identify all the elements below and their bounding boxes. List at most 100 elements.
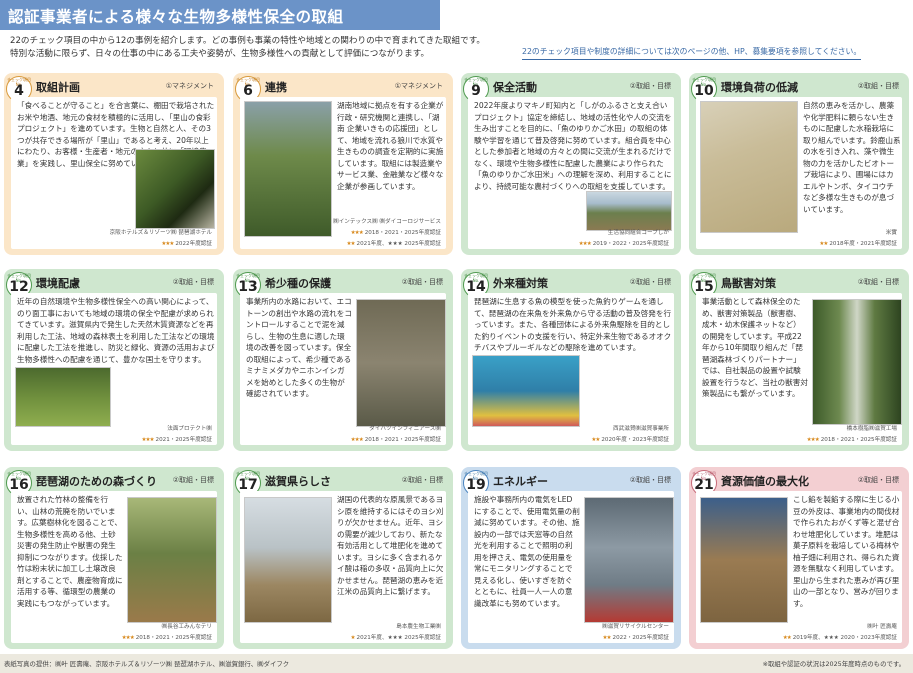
recycling-plant-photo (584, 497, 674, 623)
card-organization: ダイハツインフィニアース㈱ (369, 426, 441, 432)
card-years-text: 2018・2021・2025年度認証 (820, 437, 897, 443)
card-14: チェック項目No. 14 外来種対策 ②取組・目標 琵琶湖に生息する魚の模型を使っ… (461, 269, 681, 451)
card-title: 外来種対策 (493, 277, 548, 290)
card-years: ★★★ 2018・2021・2025年度認証 (351, 435, 441, 443)
card-stars: ★★★ (350, 230, 364, 236)
card-organization: ㈱叶 匠壽庵 (867, 624, 897, 630)
card-title: 鳥獣害対策 (721, 277, 776, 290)
tree-guard-photo (812, 299, 902, 425)
card-stars: ★★★ (578, 241, 592, 247)
reference-note: 22のチェック項目や制度の詳細については次のページの他、HP、募集要項を参照して… (522, 46, 862, 60)
card-body: こし餡を製餡する際に生じる小豆の外皮は、事業地内の間伐材で作られたおがくず等と混… (696, 491, 902, 643)
card-organization: 橋本樹脂㈱滋賀工場 (846, 426, 897, 432)
card-text: 湖南地域に拠点を有する企業が行政・研究機関と連携し、「湖南 企業いきもの応援団」… (337, 101, 444, 191)
card-stars: ★★ (602, 635, 612, 641)
footnote: ※取組や認証の状況は2025年度時点のものです。 (762, 660, 905, 668)
card-12: チェック項目No. 12 環境配慮 ②取組・目標 近年の自然環境や生物多様性保全へ… (4, 269, 224, 451)
card-years-text: 2021年度、★★★ 2025年度認証 (356, 635, 441, 641)
card-9: チェック項目No. 9 保全活動 ②取組・目標 2022年度よりマキノ町知内と「し… (461, 73, 681, 255)
card-title: 連携 (265, 81, 287, 94)
header-banner: 認証事業者による様々な生物多様性保全の取組 (0, 0, 440, 30)
card-17: チェック項目No. 17 滋賀県らしさ ②取組・目標 湖国の代表的な原風景であるヨ… (233, 467, 453, 649)
card-body: 施設や事務所内の電気をLEDにすることで、使用電気量の削減に努めています。その他… (468, 491, 674, 643)
card-years: ★★★ 2019・2022・2025年度認証 (579, 239, 669, 247)
card-stars: ★★★ (121, 635, 135, 641)
card-organization: 米實 (885, 230, 897, 236)
card-years-text: 2022・2025年度認証 (612, 635, 669, 641)
card-title: エネルギー (493, 475, 548, 488)
card-stars: ★★ (819, 241, 828, 247)
card-category: ①マネジメント (165, 82, 214, 90)
card-text: 事業所内の水路において、エコトーンの創出や水路の流れをコントロールすることで泥を… (246, 297, 352, 398)
card-category: ②取組・目標 (857, 82, 899, 90)
card-category: ②取組・目標 (629, 476, 671, 484)
card-organization: ㈱インテックス㈱ ㈱ダイコーロジサービス (333, 219, 441, 225)
card-stars: ★ (350, 635, 356, 641)
card-years: ★★★ 2022年度認証 (161, 239, 212, 247)
card-category: ②取組・目標 (172, 278, 214, 286)
card-years-text: 2018・2021・2025年度認証 (135, 635, 212, 641)
intro-line-1: 22のチェック項目の中から12の事例を紹介します。どの事例も事業の特性や地域との… (10, 36, 486, 46)
card-years-text: 2018・2021・2025年度認証 (364, 230, 441, 236)
slope-greening-photo (15, 367, 111, 427)
card-category: ②取組・目標 (401, 278, 443, 286)
card-15: チェック項目No. 15 鳥獣害対策 ②取組・目標 事業活動として森林保全のため、… (689, 269, 909, 451)
card-text: こし餡を製餡する際に生じる小豆の外皮は、事業地内の間伐材で作られたおがくず等と混… (793, 495, 900, 608)
card-body: 湖南地域に拠点を有する企業が行政・研究機関と連携し、「湖南 企業いきもの応援団」… (240, 97, 446, 249)
card-19: チェック項目No. 19 エネルギー ②取組・目標 施設や事務所内の電気をLEDに… (461, 467, 681, 649)
card-text: 事業活動として森林保全のため、獣害対策製品（獣害樹、成木・幼木保護ネットなど）の… (702, 297, 808, 398)
card-category: ②取組・目標 (629, 82, 671, 90)
card-title: 環境負荷の低減 (721, 81, 798, 94)
card-title: 環境配慮 (36, 277, 80, 290)
card-years: ★★★ 2021・2025年度認証 (142, 435, 213, 443)
card-text: 施設や事務所内の電気をLEDにすることで、使用電気量の削減に努めています。その他… (474, 495, 580, 608)
card-body: 自然の恵みを活かし、農薬や化学肥料に頼らない生きものに配慮した水稲栽培に取り組ん… (696, 97, 902, 249)
card-title: 希少種の保護 (265, 277, 331, 290)
card-text: 放置された竹林の整備を行い、山林の荒廃を防いでいます。広葉樹林化を図ることで、生… (17, 495, 123, 608)
card-body: 湖国の代表的な原風景であるヨシ原を維持するにはそのヨシ刈りが欠かせません。近年、… (240, 491, 446, 643)
card-title: 滋賀県らしさ (265, 475, 331, 488)
card-body: 放置された竹林の整備を行い、山林の荒廃を防いでいます。広葉樹林化を図ることで、生… (11, 491, 217, 643)
volunteer-group-photo (244, 101, 332, 237)
card-16: チェック項目No. 16 琵琶湖のための森づくり ②取組・目標 放置された竹林の整… (4, 467, 224, 649)
card-years: ★ 2021年度、★★★ 2025年度認証 (351, 633, 441, 641)
card-years: ★★★ 2018・2021・2025年度認証 (351, 228, 441, 236)
card-category: ②取組・目標 (172, 476, 214, 484)
compost-photo (700, 497, 788, 623)
card-body: 事業所内の水路において、エコトーンの創出や水路の流れをコントロールすることで泥を… (240, 293, 446, 445)
reed-drying-photo (244, 497, 332, 623)
card-years-text: 2019・2022・2025年度認証 (592, 241, 669, 247)
card-years: ★★ 2020年度・2023年度認証 (591, 435, 669, 443)
card-organization: 西武滋賀㈱滋賀事業所 (613, 426, 669, 432)
page-title: 認証事業者による様々な生物多様性保全の取組 (8, 8, 344, 26)
card-body: 「食べることが守ること」を合言葉に、棚田で栽培された お米や地酒、地元の食材を積… (11, 97, 217, 249)
card-body: 事業活動として森林保全のため、獣害対策製品（獣害樹、成木・幼木保護ネットなど）の… (696, 293, 902, 445)
card-years-text: 2021・2025年度認証 (155, 437, 212, 443)
card-stars-2: ★★ (346, 241, 356, 247)
card-years-text: 2019年度、★★★ 2020・2023年度認証 (792, 635, 897, 641)
card-6: チェック項目No. 6 連携 ①マネジメント 湖南地域に拠点を有する企業が行政・研… (233, 73, 453, 255)
card-title: 保全活動 (493, 81, 537, 94)
card-title: 琵琶湖のための森づくり (36, 475, 157, 488)
photo-credits: 表紙写真の提供：㈱叶 匠壽庵、京阪ホテルズ＆リゾーツ㈱ 琵琶湖ホテル、㈱滋賀銀行… (4, 660, 290, 668)
card-years: ★★ 2019年度、★★★ 2020・2023年度認証 (783, 633, 897, 641)
card-title: 取組計画 (36, 81, 80, 94)
card-organization: ㈱滋賀リサイクルセンター (602, 624, 669, 630)
card-years-text: 2022年度認証 (175, 241, 212, 247)
card-years: ★★★ 2018・2021・2025年度認証 (122, 633, 212, 641)
card-organization: 生活協同組合コープしが (607, 230, 669, 236)
card-13: チェック項目No. 13 希少種の保護 ②取組・目標 事業所内の水路において、エコ… (233, 269, 453, 451)
card-4: チェック項目No. 4 取組計画 ①マネジメント 「食べることが守ること」を合言葉… (4, 73, 224, 255)
card-stars: ★★ (782, 635, 792, 641)
card-category: ①マネジメント (394, 82, 443, 90)
bamboo-forest-photo (127, 497, 217, 623)
card-stars: ★★★ (350, 437, 364, 443)
card-years-text: 2018年度・2021年度認証 (829, 241, 897, 247)
card-21: チェック項目No. 21 資源価値の最大化 ②取組・目標 こし餡を製餡する際に生じ… (689, 467, 909, 649)
card-category: ②取組・目標 (629, 278, 671, 286)
card-stars: ★★★ (141, 437, 155, 443)
card-title: 資源価値の最大化 (721, 475, 809, 488)
card-category: ②取組・目標 (857, 278, 899, 286)
card-years-2: ★★ 2021年度、★★★ 2025年度認証 (347, 239, 441, 247)
footer-bar: 表紙写真の提供：㈱叶 匠壽庵、京阪ホテルズ＆リゾーツ㈱ 琵琶湖ホテル、㈱滋賀銀行… (0, 654, 913, 673)
